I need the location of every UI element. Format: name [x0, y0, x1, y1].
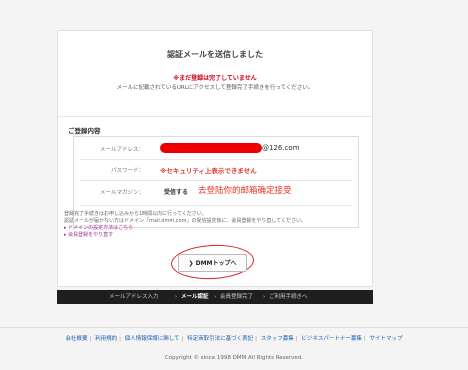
magazine-value: 受信する — [164, 189, 189, 196]
step-separator-icon: › — [214, 294, 217, 300]
password-value: ※セキュリティ上表示できません — [160, 167, 257, 175]
help-line-2: 認証メールが届かない方はドメイン「mail.dmm.com」の受信設定後に、会員… — [64, 218, 307, 224]
footer-link-partner[interactable]: ビジネスパートナー募集 — [301, 336, 362, 342]
step-separator-icon: › — [263, 294, 266, 300]
row-divider — [80, 205, 352, 206]
row-divider — [80, 180, 352, 181]
footer-link-company[interactable]: 会社概要 — [65, 336, 87, 342]
step-email-input: メールアドレス入力 — [109, 294, 159, 300]
domain-setting-link[interactable]: ▸ ドメインの設定方法はこちら — [64, 225, 306, 232]
step-registration-complete: 会員登録完了 — [220, 294, 254, 300]
dmm-top-button-label: DMMトップへ — [195, 260, 237, 267]
step-mail-auth: メール認証 — [181, 294, 209, 300]
footer-link-sitemap[interactable]: サイトマップ — [370, 336, 403, 342]
handwritten-annotation: 去登陆你的邮箱确定接受 — [198, 186, 292, 196]
redo-registration-link[interactable]: ▸ 会員登録をやり直す — [64, 232, 306, 239]
domain-setting-link-label: ドメインの設定方法はこちら — [68, 225, 134, 231]
divider — [58, 116, 372, 117]
copyright: Copyright © since 1998 DMM All Rights Re… — [164, 355, 304, 361]
row-divider — [80, 159, 352, 160]
footer-divider — [0, 327, 468, 328]
email-value: @126.com — [262, 144, 300, 152]
footer-link-privacy[interactable]: 個人情報保護に関して — [125, 336, 180, 342]
dmm-top-button[interactable]: ❯ DMMトップへ — [178, 254, 247, 272]
redo-registration-link-label: 会員登録をやり直す — [68, 232, 114, 238]
chevron-right-icon: ❯ — [188, 260, 194, 267]
step-usage-procedure: ご利用手続きへ — [269, 294, 308, 300]
confirmation-card: 認証メールを送信しました ※まだ登録は完了していません メールに記載されているU… — [57, 30, 373, 287]
help-line-1: 登録完了手続きはお申し込みから1時間以内に行ってください。 — [64, 211, 207, 217]
magazine-label: メールマガジン： — [99, 190, 144, 196]
instruction-text: メールに記載されているURLにアクセスして登録完了手続きを行ってください。 — [116, 85, 314, 91]
password-label: パスワード： — [110, 168, 144, 174]
help-text: 登録完了手続きはお申し込みから1時間以内に行ってください。 認証メールが届かない… — [64, 211, 306, 239]
redacted-email-mark — [160, 143, 262, 153]
page-title: 認証メールを送信しました — [167, 50, 263, 59]
registration-warning: ※まだ登録は完了していません — [173, 75, 257, 82]
progress-steps: メールアドレス入力 › メール認証 › 会員登録完了 › ご利用手続きへ — [57, 290, 373, 304]
section-title: ご登録内容 — [68, 127, 101, 135]
step-separator-icon: › — [175, 294, 178, 300]
footer-links: 会社概要 | 利用規約 | 個人情報保護に関して | 特定商取引法に基づく表記 | スタ… — [65, 336, 403, 342]
footer-link-terms[interactable]: 利用規約 — [95, 336, 117, 342]
email-label: メールアドレス： — [99, 147, 144, 153]
footer-link-recruit[interactable]: スタッフ募集 — [261, 336, 294, 342]
footer-link-commerce-law[interactable]: 特定商取引法に基づく表記 — [187, 336, 253, 342]
